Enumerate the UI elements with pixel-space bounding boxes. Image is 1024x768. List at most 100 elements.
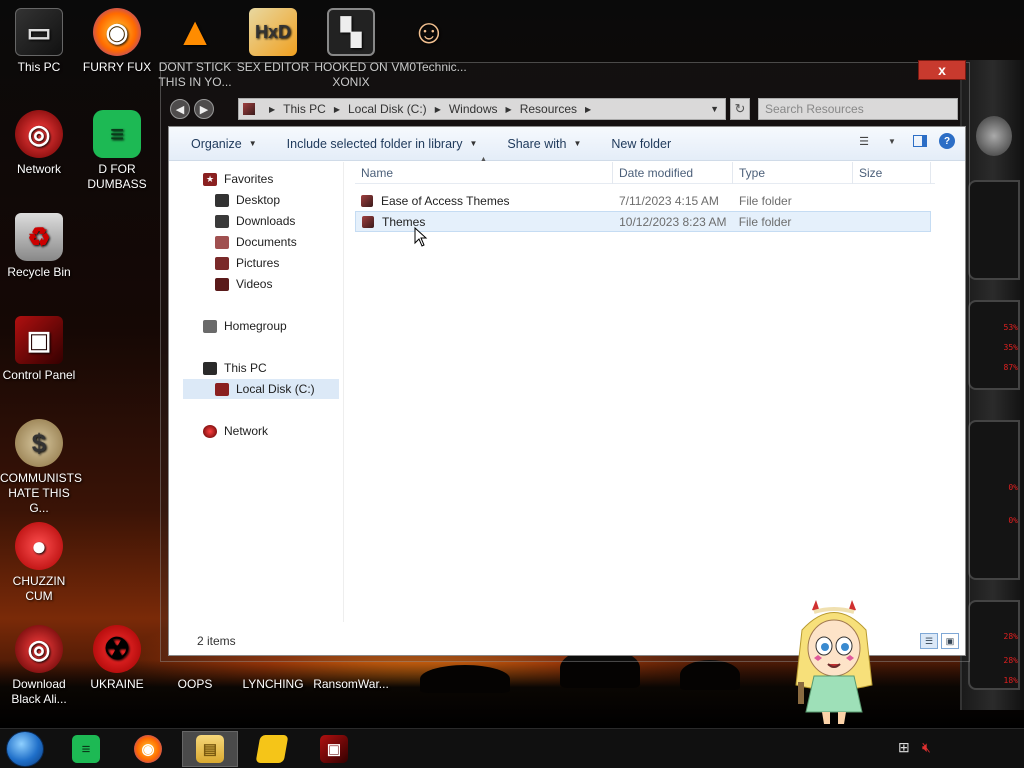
taskbar-item-file-explorer[interactable]: ▤ [182, 731, 238, 767]
desktop-icon-communists[interactable]: $ COMMUNISTS HATE THIS G... [0, 419, 82, 516]
file-date-cell: 10/12/2023 8:23 AM [619, 214, 727, 229]
taskbar-item-notes[interactable]: ≡ [58, 731, 114, 767]
breadcrumb-separator-icon[interactable]: ▶ [435, 105, 441, 114]
file-name-cell: Ease of Access Themes [355, 194, 613, 208]
large-icons-view-button[interactable]: ▣ [941, 633, 959, 649]
taskbar-item-control-panel[interactable]: ▣ [306, 731, 362, 767]
taskbar-item-firefox[interactable]: ◉ [120, 731, 176, 767]
column-label: Date modified [619, 166, 694, 180]
breadcrumb-windows[interactable]: Windows [449, 102, 498, 116]
computer-icon [203, 361, 217, 375]
nav-label: Network [224, 424, 269, 438]
desktop-icon-download-black-ali[interactable]: ◎ Download Black Ali... [0, 625, 78, 707]
new-folder-button[interactable]: New folder [611, 137, 671, 151]
desktop-icon-this-pc[interactable]: ▭ This PC [0, 8, 78, 75]
organize-button[interactable]: Organize ▼ [191, 137, 257, 151]
firefox-icon: ◉ [93, 8, 141, 56]
hxd-hex-editor-icon: HxD [249, 8, 297, 56]
start-button[interactable] [6, 731, 44, 767]
desktop-icon-label: OOPS [177, 677, 213, 691]
desktop-icon-ukraine[interactable]: ☢ UKRAINE [78, 625, 156, 692]
change-view-button[interactable]: ☰ [855, 133, 873, 149]
doctor-person-icon: ☺ [411, 12, 447, 51]
nav-pictures[interactable]: Pictures [215, 253, 279, 273]
column-header-name[interactable]: ▲ Name [355, 156, 613, 184]
desktop-icon-label: UKRAINE [90, 677, 144, 691]
folder-icon [361, 194, 373, 207]
help-button[interactable]: ? [939, 133, 955, 149]
forward-button[interactable]: ▶ [194, 99, 214, 119]
desktop-icon-label: LYNCHING [242, 677, 304, 691]
back-button[interactable]: ◀ [170, 99, 190, 119]
breadcrumb-this-pc[interactable]: This PC [283, 102, 326, 116]
nav-homegroup[interactable]: Homegroup [203, 316, 287, 336]
taskbar-item-sticky-notes[interactable] [244, 731, 300, 767]
tree-silhouette [420, 665, 510, 693]
drive-icon [215, 382, 229, 396]
navigation-pane: ★ Favorites Desktop Downloads Documents P… [169, 162, 344, 622]
alien-globe-icon: ◎ [15, 625, 63, 673]
column-header-date[interactable]: Date modified [613, 162, 733, 184]
network-globe-icon [203, 424, 217, 438]
hud-gauge [968, 180, 1020, 280]
nav-label: Downloads [236, 214, 296, 228]
large-icons-view-icon: ▣ [945, 635, 955, 646]
breadcrumb-separator-icon[interactable]: ▶ [334, 105, 340, 114]
nav-desktop[interactable]: Desktop [215, 190, 280, 210]
breadcrumb-separator-icon[interactable]: ▶ [506, 105, 512, 114]
toolbar-right: ☰ ▼ ? [855, 133, 955, 149]
nav-label: Local Disk (C:) [236, 382, 315, 396]
hud-readout: 35% [1003, 343, 1018, 352]
close-button[interactable]: x [918, 60, 966, 80]
refresh-button[interactable]: ↻ [730, 98, 750, 120]
desktop-icon-network[interactable]: ◎ Network [0, 110, 78, 177]
table-row[interactable]: Themes 10/12/2023 8:23 AM File folder [355, 211, 931, 232]
view-options-button[interactable]: ▼ [883, 133, 901, 149]
details-view-button[interactable]: ☰ [920, 633, 938, 649]
network-tray-icon[interactable]: ⊞ [898, 739, 910, 756]
desktop-icon-label: COMMUNISTS HATE THIS G... [0, 471, 82, 515]
column-label: Size [859, 166, 883, 180]
preview-pane-button[interactable] [911, 133, 929, 149]
chevron-down-icon: ▼ [248, 139, 257, 148]
nav-downloads[interactable]: Downloads [215, 211, 295, 231]
share-with-button[interactable]: Share with ▼ [507, 137, 581, 151]
table-row[interactable]: Ease of Access Themes 7/11/2023 4:15 AM … [355, 190, 931, 211]
desktop-icon-recycle-bin[interactable]: ♻ Recycle Bin [0, 213, 78, 280]
nav-network[interactable]: Network [203, 421, 268, 441]
volume-muted-icon[interactable]: 🔇︎ [922, 739, 931, 756]
search-input[interactable] [758, 98, 958, 120]
nav-favorites[interactable]: ★ Favorites [203, 169, 273, 189]
nav-this-pc[interactable]: This PC [203, 358, 267, 378]
include-in-library-button[interactable]: Include selected folder in library ▼ [287, 137, 478, 151]
nav-label: Desktop [236, 193, 281, 207]
breadcrumb-resources[interactable]: Resources [520, 102, 577, 116]
desktop-icon-furry-fux[interactable]: ◉ FURRY FUX [78, 8, 156, 75]
desktop-icon-d-for-dumbass[interactable]: ≡ D FOR DUMBASS [78, 110, 156, 192]
breadcrumb-separator-icon[interactable]: ▶ [585, 105, 591, 114]
nav-local-disk[interactable]: Local Disk (C:) [183, 379, 339, 399]
radiation-icon: ☢ [93, 625, 141, 673]
documents-folder-icon [215, 235, 229, 249]
desktop-icon-chuzzin-cum[interactable]: ● CHUZZIN CUM [0, 522, 78, 604]
address-bar: ◀ ▶ ▶ This PC ▶ Local Disk (C:) ▶ Window… [170, 96, 966, 122]
file-type-cell: File folder [739, 193, 792, 208]
nav-label: Pictures [236, 256, 280, 270]
file-explorer-icon: ▤ [196, 735, 224, 763]
close-icon: x [938, 62, 946, 78]
breadcrumb-local-disk[interactable]: Local Disk (C:) [348, 102, 427, 116]
nav-label: Favorites [224, 172, 274, 186]
folder-icon [362, 215, 374, 228]
nav-videos[interactable]: Videos [215, 274, 272, 294]
firefox-icon: ◉ [134, 735, 162, 763]
red-chuzzle-icon: ● [15, 522, 63, 570]
preview-pane-icon [913, 135, 927, 147]
column-header-size[interactable]: Size [853, 162, 931, 184]
breadcrumb[interactable]: ▶ This PC ▶ Local Disk (C:) ▶ Windows ▶ … [238, 98, 726, 120]
chevron-down-icon[interactable]: ▼ [710, 104, 719, 114]
recycle-bin-icon: ♻ [15, 213, 63, 261]
videos-folder-icon [215, 277, 229, 291]
desktop-icon-control-panel[interactable]: ▣ Control Panel [0, 316, 78, 383]
nav-documents[interactable]: Documents [215, 232, 297, 252]
column-header-type[interactable]: Type [733, 162, 853, 184]
